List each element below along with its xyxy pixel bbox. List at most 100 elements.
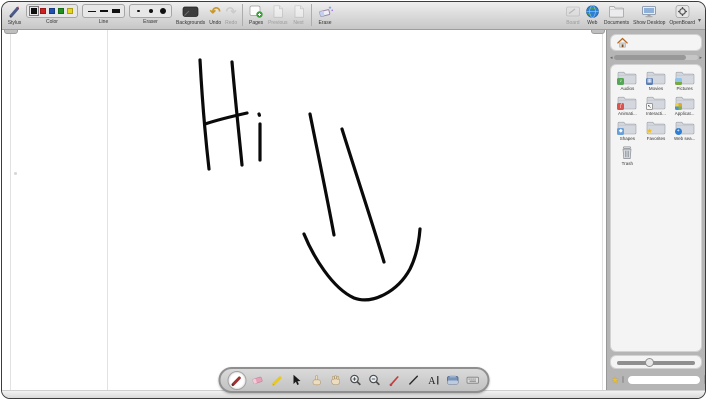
- next-page-button[interactable]: Next: [292, 4, 306, 26]
- library-item-animations[interactable]: fAnimati...: [613, 95, 642, 117]
- library-search-input[interactable]: [627, 375, 701, 385]
- color-swatches: [26, 4, 78, 18]
- applications-folder-icon: [675, 95, 695, 110]
- line-width-medium[interactable]: [99, 6, 108, 16]
- new-folder-icon[interactable]: [622, 376, 624, 383]
- library-path-scrollbar[interactable]: ◂ ▸: [610, 54, 702, 61]
- pen-tool[interactable]: [227, 371, 246, 390]
- toolbar-separator-2: [311, 4, 312, 26]
- board-icon: [565, 4, 581, 19]
- slider-knob[interactable]: [645, 358, 654, 367]
- eraser-size-medium[interactable]: [146, 6, 155, 16]
- color-swatch-yellow[interactable]: [67, 8, 73, 14]
- erase-icon: [317, 4, 334, 19]
- scroll-left-arrow-icon[interactable]: ◂: [610, 55, 613, 61]
- board-label: Board: [566, 20, 579, 26]
- hand-tool[interactable]: [328, 372, 344, 388]
- eraser-tool[interactable]: [250, 372, 266, 388]
- eraser-size-small[interactable]: [134, 6, 143, 16]
- eraser-size-large[interactable]: [158, 6, 167, 16]
- play-tool[interactable]: [308, 372, 324, 388]
- line-group: Line: [82, 4, 125, 25]
- laser-pointer-tool[interactable]: [386, 372, 402, 388]
- virtual-keyboard-tool[interactable]: [464, 372, 480, 388]
- play-icon: [309, 373, 323, 387]
- undo-button[interactable]: ↶ Undo: [209, 4, 221, 26]
- top-toolbar: Stylus Color Line Eraser Backgrounds ↶ U…: [2, 2, 705, 30]
- scrollbar-track[interactable]: [614, 55, 699, 60]
- color-swatch-green[interactable]: [58, 8, 64, 14]
- shapes-folder-icon: ◆: [617, 120, 637, 135]
- zoom-in-tool[interactable]: [347, 372, 363, 388]
- redo-label: Redo: [225, 20, 237, 26]
- animations-folder-icon: f: [617, 95, 637, 110]
- show-desktop-mode-button[interactable]: Show Desktop: [633, 4, 665, 26]
- line-options: [82, 4, 125, 18]
- library-item-shapes[interactable]: ◆Shapes: [613, 120, 642, 142]
- line-width-thick[interactable]: [111, 6, 120, 16]
- eraser-label: Eraser: [143, 19, 158, 25]
- pen-icon: [230, 373, 244, 387]
- backgrounds-label: Backgrounds: [176, 20, 205, 26]
- color-swatch-black[interactable]: [31, 8, 37, 14]
- library-item-applications[interactable]: Applicat...: [670, 95, 699, 117]
- library-grid: ♪Audios▦MoviesPicturesfAnimati...↖Intera…: [610, 64, 702, 352]
- movies-folder-icon: ▦: [646, 70, 666, 85]
- interactivities-folder-icon: ↖: [646, 95, 666, 110]
- pages-button[interactable]: Pages: [248, 4, 264, 26]
- web-mode-button[interactable]: Web: [585, 4, 600, 26]
- line-width-thin[interactable]: [87, 6, 96, 16]
- web-search-folder-icon: +: [675, 120, 695, 135]
- backgrounds-button[interactable]: Backgrounds: [176, 4, 205, 26]
- library-item-label: Applicat...: [675, 111, 695, 117]
- library-bottom-bar: ★: [610, 372, 702, 387]
- openboard-label: OpenBoard: [669, 20, 695, 26]
- icon-size-slider[interactable]: [610, 355, 702, 369]
- backgrounds-icon: [182, 4, 199, 19]
- marker-tool[interactable]: [269, 372, 285, 388]
- svg-text:A: A: [428, 376, 436, 387]
- documents-mode-button[interactable]: Documents: [604, 4, 629, 26]
- scrollbar-handle[interactable]: [614, 55, 686, 60]
- stylus-button[interactable]: Stylus: [7, 4, 22, 26]
- library-item-label: Audios: [620, 86, 634, 92]
- library-item-interactivities[interactable]: ↖Interacti...: [642, 95, 671, 117]
- library-item-movies[interactable]: ▦Movies: [642, 70, 671, 92]
- library-item-favorites[interactable]: ★Favorites: [642, 120, 671, 142]
- previous-page-button[interactable]: Previous: [268, 4, 287, 26]
- page-boundary-right: [602, 30, 603, 390]
- board-mode-button[interactable]: Board: [565, 4, 581, 26]
- library-panel: ◂ ▸ ♪Audios▦MoviesPicturesfAnimati...↖In…: [606, 30, 705, 390]
- toolbar-overflow-caret[interactable]: ▾: [698, 17, 701, 24]
- documents-folder-icon: [608, 4, 625, 19]
- favorites-star-icon[interactable]: ★: [611, 375, 619, 385]
- pictures-folder-icon: [675, 70, 695, 85]
- zoom-in-icon: [348, 373, 362, 387]
- erase-button[interactable]: Erase: [317, 4, 334, 26]
- audios-folder-icon: ♪: [617, 70, 637, 85]
- color-group: Color: [26, 4, 78, 25]
- eraser-icon: [251, 373, 265, 387]
- library-item-pictures[interactable]: Pictures: [670, 70, 699, 92]
- zoom-out-icon: [368, 373, 382, 387]
- zoom-out-tool[interactable]: [367, 372, 383, 388]
- library-item-trash[interactable]: Trash: [613, 145, 642, 167]
- line-tool[interactable]: [406, 372, 422, 388]
- text-tool[interactable]: A: [425, 372, 441, 388]
- selector-tool[interactable]: [289, 372, 305, 388]
- color-label: Color: [46, 19, 58, 25]
- library-item-web-search[interactable]: +Web sea...: [670, 120, 699, 142]
- library-home-button[interactable]: [610, 34, 702, 51]
- openboard-settings-button[interactable]: OpenBoard: [669, 4, 695, 26]
- library-item-label: Animati...: [618, 111, 637, 117]
- text-icon: A: [426, 373, 440, 387]
- color-swatch-blue[interactable]: [49, 8, 55, 14]
- library-item-audios[interactable]: ♪Audios: [613, 70, 642, 92]
- color-swatch-red[interactable]: [40, 8, 46, 14]
- trash-small-icon[interactable]: [704, 375, 706, 384]
- slider-track[interactable]: [617, 361, 695, 365]
- board-canvas[interactable]: [2, 30, 705, 390]
- redo-button[interactable]: ↷ Redo: [225, 4, 237, 26]
- scroll-right-arrow-icon[interactable]: ▸: [699, 55, 702, 61]
- capture-tool[interactable]: [445, 372, 461, 388]
